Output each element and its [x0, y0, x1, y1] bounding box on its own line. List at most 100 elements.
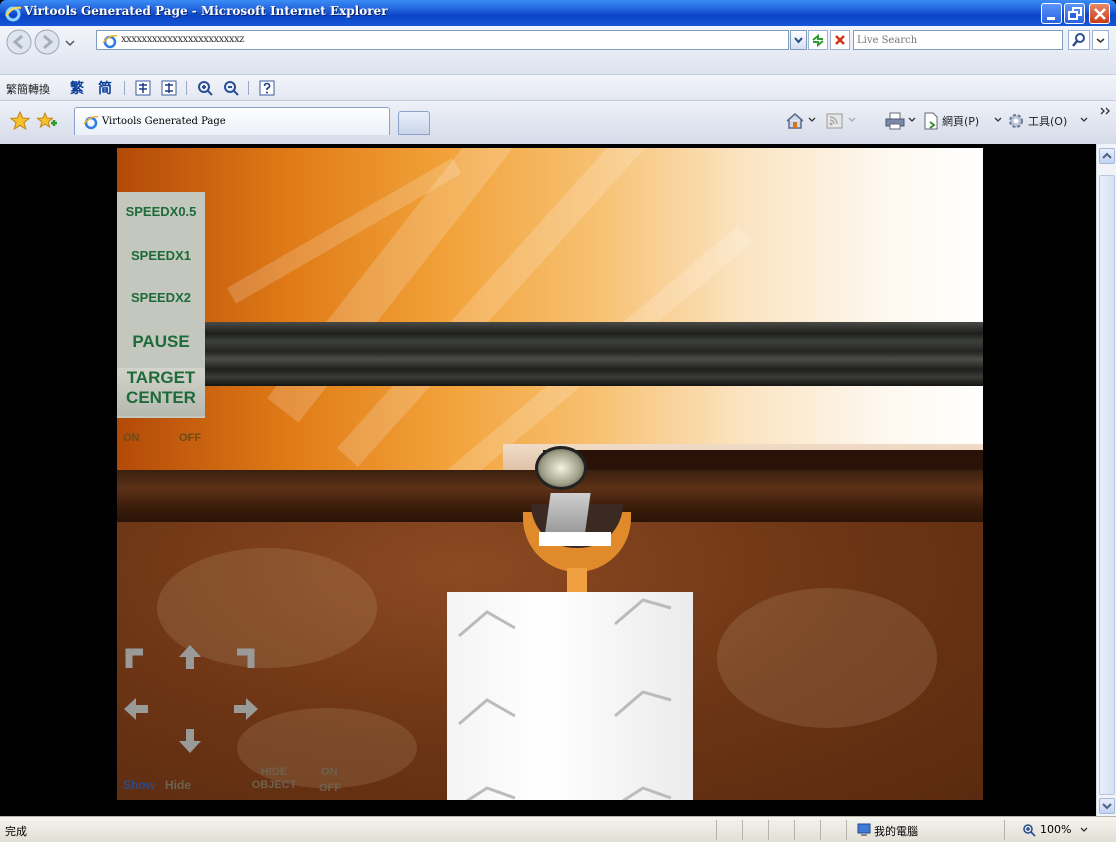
object-off-toggle[interactable]: OFF [319, 782, 341, 795]
conversion-label: 繁簡轉換 [6, 83, 50, 96]
chevron-down-icon [1102, 803, 1112, 810]
status-divider [768, 820, 769, 840]
status-text: 完成 [5, 825, 27, 838]
arrow-left-icon[interactable] [121, 694, 151, 724]
chevron-down-icon[interactable] [1080, 117, 1088, 123]
stop-button[interactable] [830, 30, 850, 50]
white-block [447, 592, 693, 800]
chevron-mark [614, 690, 672, 718]
vertical-scrollbar[interactable] [1096, 144, 1116, 816]
toolbar-separator [186, 81, 187, 95]
minimize-icon [1047, 17, 1055, 20]
back-icon[interactable] [6, 29, 34, 55]
chevron-overflow-icon[interactable] [1100, 107, 1112, 117]
show-button[interactable]: Show [123, 778, 155, 792]
stop-icon [835, 35, 845, 45]
zoom-out-icon[interactable] [222, 79, 240, 97]
arrow-up-icon[interactable] [175, 642, 205, 672]
ie-page-icon [83, 115, 99, 130]
feeds-icon[interactable] [824, 111, 846, 131]
search-field[interactable] [853, 30, 1063, 50]
chevron-down-icon[interactable] [1080, 827, 1088, 833]
chevron-mark [614, 598, 672, 626]
zoom-icon[interactable] [1022, 823, 1038, 837]
search-icon [1072, 33, 1085, 47]
page-menu[interactable]: 網頁(P) [942, 113, 979, 129]
chevron-down-icon[interactable] [848, 117, 856, 123]
tab-virtools-page[interactable]: Virtools Generated Page [74, 107, 390, 135]
speed-x1-button[interactable]: SPEEDX1 [117, 248, 205, 268]
scroll-down-button[interactable] [1099, 798, 1115, 814]
address-url: xxxxxxxxxxxxxxxxxxxxxxxz [121, 34, 244, 45]
speed-x2-button[interactable]: SPEEDX2 [117, 290, 205, 310]
control-menu: SPEEDX0.5 SPEEDX1 SPEEDX2 PAUSE TARGET C… [117, 192, 205, 418]
title-bar: Virtools Generated Page - Microsoft Inte… [0, 0, 1116, 26]
search-button[interactable] [1068, 30, 1090, 50]
speed-x0-5-button[interactable]: SPEEDX0.5 [117, 204, 205, 224]
scene-background [117, 148, 983, 470]
chevron-down-icon[interactable] [908, 117, 916, 123]
arrow-right-icon[interactable] [231, 694, 261, 724]
search-options-dropdown[interactable] [1092, 30, 1109, 50]
simp-doc-icon[interactable] [160, 79, 178, 97]
scroll-up-button[interactable] [1099, 148, 1115, 164]
search-input[interactable] [857, 32, 1057, 48]
restore-button[interactable] [1064, 3, 1085, 24]
tab-label: Virtools Generated Page [102, 116, 226, 127]
tool-stem [567, 568, 587, 592]
ie-page-icon [102, 34, 118, 49]
rotate-left-icon[interactable] [121, 644, 151, 674]
grinding-wheel [535, 446, 587, 490]
status-divider [742, 820, 743, 840]
chevron-mark [458, 698, 516, 726]
tools-menu[interactable]: 工具(O) [1028, 113, 1067, 129]
address-field[interactable]: xxxxxxxxxxxxxxxxxxxxxxxz [96, 30, 789, 50]
traditional-button[interactable]: 繁 [70, 78, 84, 98]
add-favorite-icon[interactable] [36, 111, 58, 131]
target-on-toggle[interactable]: ON [123, 432, 140, 444]
status-divider [794, 820, 795, 840]
hide-object-label: HIDE OBJECT [251, 766, 297, 791]
scroll-thumb[interactable] [1099, 175, 1115, 795]
target-off-toggle[interactable]: OFF [179, 432, 201, 444]
new-tab-button[interactable] [398, 111, 430, 135]
forward-icon[interactable] [34, 29, 62, 55]
favorites-star-icon[interactable] [10, 111, 30, 131]
gear-icon[interactable] [1006, 111, 1026, 131]
pause-button[interactable]: PAUSE [117, 332, 205, 354]
zoom-level[interactable]: 100% [1040, 823, 1071, 836]
chevron-down-icon[interactable] [808, 117, 816, 123]
my-computer-icon [857, 823, 871, 836]
target-center-button[interactable]: TARGET CENTER [117, 368, 205, 416]
tab-bar: Virtools Generated Page 網頁(P) 工具(O) [0, 100, 1116, 144]
home-icon[interactable] [784, 111, 806, 131]
ie-logo-icon [5, 6, 22, 22]
simplified-button[interactable]: 简 [98, 78, 112, 98]
rotate-right-icon[interactable] [229, 644, 259, 674]
status-divider [1004, 820, 1005, 840]
security-zone: 我的電腦 [874, 825, 918, 838]
minimize-button[interactable] [1041, 3, 1062, 24]
gray-beam [199, 322, 983, 386]
help-icon[interactable] [258, 79, 276, 97]
chinese-conversion-toolbar: 繁簡轉換 繁 简 [0, 74, 1116, 100]
arrow-down-icon[interactable] [175, 726, 205, 756]
address-toolbar: xxxxxxxxxxxxxxxxxxxxxxxz [0, 26, 1116, 74]
restore-icon [1068, 7, 1082, 20]
hide-button[interactable]: Hide [165, 778, 191, 792]
close-button[interactable] [1089, 3, 1110, 24]
object-on-toggle[interactable]: ON [321, 766, 338, 779]
trad-doc-icon[interactable] [134, 79, 152, 97]
chevron-down-icon[interactable] [994, 117, 1002, 123]
zoom-in-icon[interactable] [196, 79, 214, 97]
address-dropdown[interactable] [790, 30, 807, 50]
chevron-down-icon [794, 37, 803, 44]
history-dropdown-icon[interactable] [65, 39, 75, 47]
toolbar-separator [124, 81, 125, 95]
virtools-3d-scene[interactable]: SPEEDX0.5 SPEEDX1 SPEEDX2 PAUSE TARGET C… [117, 148, 983, 800]
page-menu-icon[interactable] [922, 111, 940, 131]
print-icon[interactable] [884, 111, 906, 131]
page-content: SPEEDX0.5 SPEEDX1 SPEEDX2 PAUSE TARGET C… [0, 144, 1096, 816]
floor-highlight [717, 588, 937, 728]
refresh-button[interactable] [808, 30, 828, 50]
